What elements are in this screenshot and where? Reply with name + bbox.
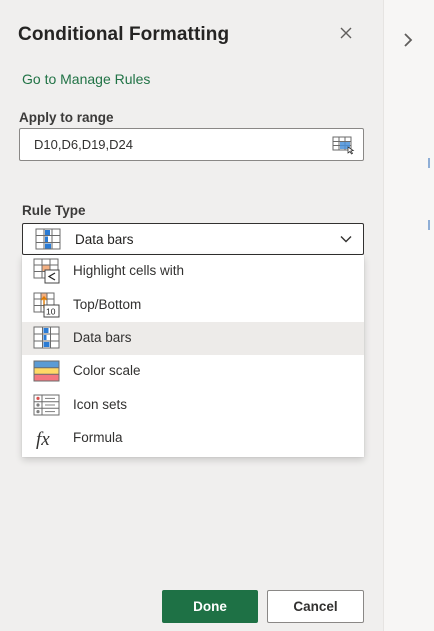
rule-option-label: Top/Bottom bbox=[73, 297, 142, 312]
data-bars-icon bbox=[35, 228, 61, 250]
svg-text:fx: fx bbox=[36, 429, 50, 450]
chevron-right-icon bbox=[404, 33, 413, 47]
rule-option-label: Data bars bbox=[73, 330, 132, 345]
rule-type-selected: Data bars bbox=[75, 232, 134, 247]
formula-icon: fx bbox=[36, 429, 50, 450]
color-scale-icon bbox=[33, 360, 60, 382]
conditional-formatting-pane: Conditional Formatting Go to Manage Rule… bbox=[0, 0, 383, 631]
data-bars-icon bbox=[33, 326, 60, 349]
rule-option-icon-sets[interactable]: Icon sets bbox=[22, 389, 364, 422]
rule-option-formula[interactable]: fx Formula bbox=[22, 422, 364, 455]
range-select-icon bbox=[332, 136, 355, 155]
icon-sets-icon bbox=[33, 394, 60, 416]
highlight-cells-icon bbox=[33, 258, 60, 284]
apply-range-input[interactable] bbox=[34, 137, 314, 152]
rule-option-data-bars[interactable]: Data bars bbox=[22, 322, 364, 355]
manage-rules-link[interactable]: Go to Manage Rules bbox=[22, 71, 150, 87]
rule-type-options-list: Highlight cells with 10 Top/Bottom Data … bbox=[22, 255, 364, 457]
rule-type-dropdown[interactable]: Data bars bbox=[22, 223, 364, 255]
cancel-button[interactable]: Cancel bbox=[267, 590, 364, 623]
rule-type-label: Rule Type bbox=[22, 203, 86, 218]
expand-pane-button[interactable] bbox=[398, 30, 418, 50]
pane-title: Conditional Formatting bbox=[18, 24, 230, 45]
collapsed-side-strip bbox=[383, 0, 434, 631]
range-select-button[interactable] bbox=[332, 135, 356, 155]
top-bottom-icon: 10 bbox=[33, 292, 60, 318]
apply-range-field[interactable] bbox=[19, 128, 364, 161]
rule-option-label: Color scale bbox=[73, 363, 141, 378]
apply-range-label: Apply to range bbox=[19, 110, 114, 125]
sheet-edge-mark bbox=[428, 158, 432, 168]
done-button[interactable]: Done bbox=[162, 590, 258, 623]
rule-option-label: Formula bbox=[73, 430, 123, 445]
rule-option-highlight-cells[interactable]: Highlight cells with bbox=[22, 255, 364, 288]
rule-option-label: Icon sets bbox=[73, 397, 128, 412]
close-icon bbox=[340, 27, 352, 39]
sheet-edge-mark bbox=[428, 220, 432, 230]
chevron-down-icon bbox=[340, 236, 352, 243]
svg-text:10: 10 bbox=[46, 307, 56, 317]
rule-option-top-bottom[interactable]: 10 Top/Bottom bbox=[22, 289, 364, 322]
close-button[interactable] bbox=[336, 23, 356, 43]
rule-option-color-scale[interactable]: Color scale bbox=[22, 355, 364, 388]
rule-option-label: Highlight cells with bbox=[73, 263, 185, 278]
